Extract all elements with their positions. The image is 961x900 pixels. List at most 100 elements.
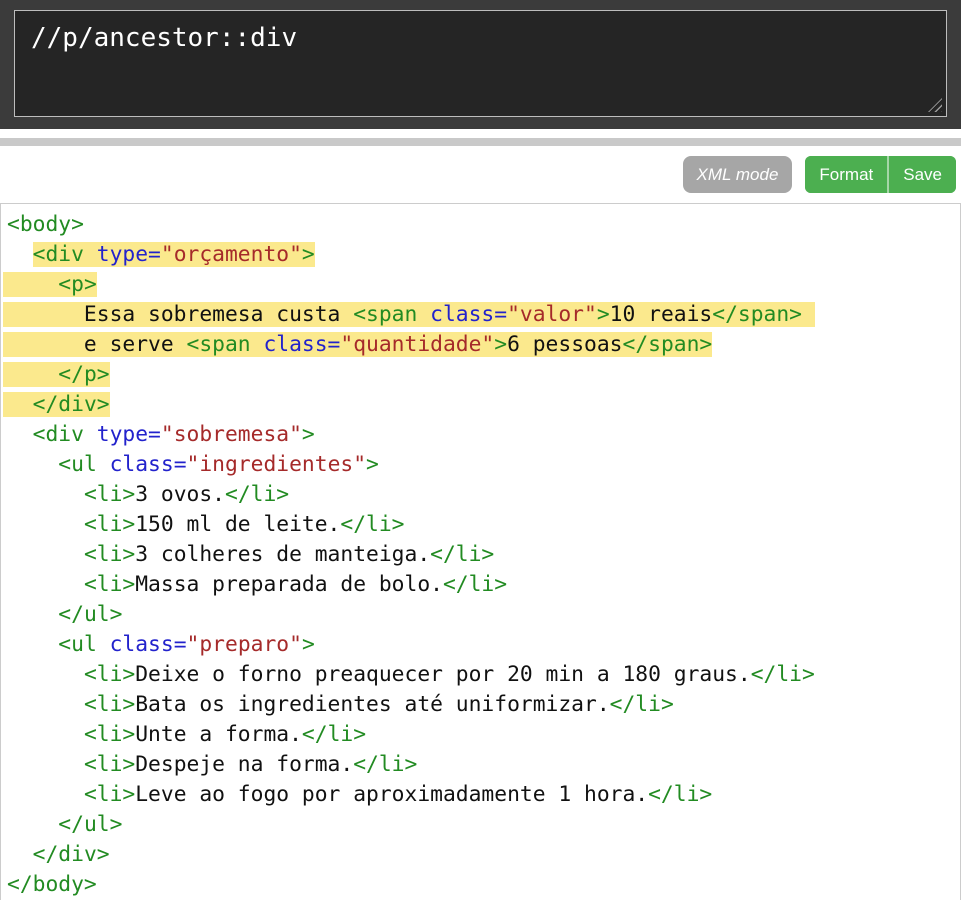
code-line: <li>3 ovos.</li> [7, 480, 960, 510]
code-line: <li>Unte a forma.</li> [7, 720, 960, 750]
code-line: Essa sobremesa custa <span class="valor"… [7, 300, 960, 330]
format-button[interactable]: Format [805, 156, 887, 193]
panel-gap [0, 129, 961, 138]
code-line: <li>Deixe o forno preaquecer por 20 min … [7, 660, 960, 690]
xpath-query-input[interactable]: //p/ancestor::div [14, 10, 947, 117]
code-token-tag: <p> [58, 272, 96, 297]
code-line: </ul> [7, 600, 960, 630]
code-token-attr: type= [97, 422, 161, 447]
code-token-text [7, 422, 33, 447]
code-token-tag: </ul> [58, 602, 122, 627]
code-token-val: "preparo" [187, 632, 302, 657]
code-token-tag: </li> [302, 722, 366, 747]
code-token-tag: > [597, 302, 610, 327]
code-token-text [7, 272, 58, 297]
code-token-text: Essa sobremesa custa [7, 302, 353, 327]
code-token-text: e serve [7, 332, 187, 357]
code-line: e serve <span class="quantidade">6 pesso… [7, 330, 960, 360]
code-token-tag: </span> [623, 332, 713, 357]
code-token-val: "quantidade" [340, 332, 494, 357]
code-line: </body> [7, 870, 960, 900]
code-token-text [7, 752, 84, 777]
code-token-tag: > [302, 242, 315, 267]
code-token-tag: </body> [7, 872, 97, 897]
code-token-text [7, 692, 84, 717]
code-token-tag: <li> [84, 662, 135, 687]
xpath-query-box: //p/ancestor::div [14, 10, 947, 117]
code-token-text: 6 pessoas [507, 332, 622, 357]
splitter-bar[interactable] [0, 138, 961, 146]
code-line: </p> [7, 360, 960, 390]
code-token-attr: class= [110, 452, 187, 477]
code-line: <li>3 colheres de manteiga.</li> [7, 540, 960, 570]
xml-mode-button[interactable]: XML mode [683, 156, 793, 193]
code-token-tag: </span> [712, 302, 802, 327]
code-token-tag: </li> [430, 542, 494, 567]
code-token-text [7, 662, 84, 687]
code-token-text [7, 542, 84, 567]
code-token-tag: <div [33, 422, 97, 447]
code-token-tag: <li> [84, 752, 135, 777]
code-token-tag: </li> [610, 692, 674, 717]
code-token-text [7, 482, 84, 507]
code-token-text [7, 572, 84, 597]
save-button[interactable]: Save [887, 156, 956, 193]
code-token-text: Leve ao fogo por aproximadamente 1 hora. [135, 782, 648, 807]
code-token-text [7, 452, 58, 477]
toolbar: XML mode Format Save [0, 146, 961, 204]
code-token-tag: </li> [340, 512, 404, 537]
code-token-tag: > [302, 422, 315, 447]
code-line: <ul class="preparo"> [7, 630, 960, 660]
code-token-tag: <span [187, 332, 264, 357]
code-token-text: 150 ml de leite. [135, 512, 340, 537]
code-line: <div type="orçamento"> [7, 240, 960, 270]
code-token-tag: </li> [225, 482, 289, 507]
code-token-text [7, 602, 58, 627]
code-token-text: Bata os ingredientes até uniformizar. [135, 692, 609, 717]
code-token-text [7, 842, 33, 867]
code-line: <li>Leve ao fogo por aproximadamente 1 h… [7, 780, 960, 810]
code-token-tag: <div [33, 242, 97, 267]
code-token-tag: </li> [443, 572, 507, 597]
code-token-tag: <li> [84, 782, 135, 807]
code-token-tag: > [494, 332, 507, 357]
code-token-attr: class= [430, 302, 507, 327]
xpath-query-panel: //p/ancestor::div [0, 0, 961, 129]
code-token-text [7, 512, 84, 537]
code-line: </ul> [7, 810, 960, 840]
code-token-text: 10 reais [610, 302, 713, 327]
code-token-tag: <li> [84, 512, 135, 537]
code-token-val: "valor" [507, 302, 597, 327]
code-token-tag: </li> [353, 752, 417, 777]
code-token-text: Massa preparada de bolo. [135, 572, 443, 597]
code-token-attr: type= [97, 242, 161, 267]
code-token-tag: > [302, 632, 315, 657]
code-token-text [7, 392, 33, 417]
code-token-tag: </p> [58, 362, 109, 387]
code-token-val: "orçamento" [161, 242, 302, 267]
code-token-text: 3 colheres de manteiga. [135, 542, 430, 567]
code-token-val: "ingredientes" [187, 452, 367, 477]
code-token-tag: </li> [648, 782, 712, 807]
code-line: </div> [7, 840, 960, 870]
code-token-text [7, 362, 58, 387]
code-token-text: Deixe o forno preaquecer por 20 min a 18… [135, 662, 750, 687]
code-token-tag: <li> [84, 722, 135, 747]
code-token-attr: class= [263, 332, 340, 357]
code-token-tag: <li> [84, 482, 135, 507]
code-token-tag: </ul> [58, 812, 122, 837]
code-line: <li>150 ml de leite.</li> [7, 510, 960, 540]
code-token-text: Unte a forma. [135, 722, 302, 747]
code-token-text [7, 782, 84, 807]
code-line: <p> [7, 270, 960, 300]
code-line: <li>Massa preparada de bolo.</li> [7, 570, 960, 600]
code-token-val: "sobremesa" [161, 422, 302, 447]
code-token-tag: </li> [751, 662, 815, 687]
xpath-match-highlight: </p> [3, 362, 110, 387]
code-token-tag: <li> [84, 692, 135, 717]
code-line: </div> [7, 390, 960, 420]
xpath-match-highlight: Essa sobremesa custa <span class="valor"… [3, 302, 815, 327]
code-token-text: 3 ovos. [135, 482, 225, 507]
code-line: <ul class="ingredientes"> [7, 450, 960, 480]
code-token-tag: > [366, 452, 379, 477]
